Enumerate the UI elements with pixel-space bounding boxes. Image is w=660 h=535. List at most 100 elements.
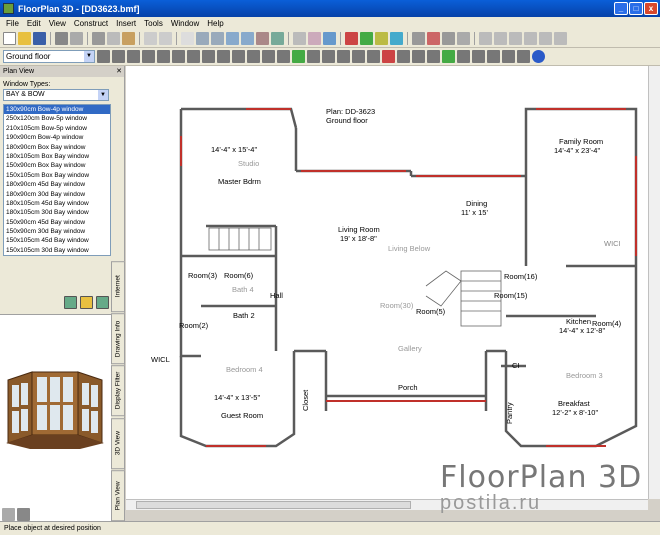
menu-help[interactable]: Help	[203, 19, 227, 28]
edit-window-icon[interactable]	[96, 296, 109, 309]
menu-window[interactable]: Window	[167, 19, 203, 28]
tab-internet[interactable]: Internet	[111, 261, 125, 313]
grid-icon[interactable]	[412, 32, 425, 45]
plumbing-tool-icon[interactable]	[412, 50, 425, 63]
horizontal-scrollbar[interactable]	[126, 499, 648, 510]
roof-icon[interactable]	[494, 32, 507, 45]
print-icon[interactable]	[55, 32, 68, 45]
beam-tool-icon[interactable]	[172, 50, 185, 63]
zoom-out-icon[interactable]	[211, 32, 224, 45]
electric-tool-icon[interactable]	[397, 50, 410, 63]
stair-tool-icon[interactable]	[232, 50, 245, 63]
floor-tool-icon[interactable]	[202, 50, 215, 63]
symbol-tool-icon[interactable]	[487, 50, 500, 63]
menu-view[interactable]: View	[45, 19, 70, 28]
window-list-item[interactable]: 130x90cm Bow-4p window	[4, 105, 110, 115]
floor-selector[interactable]: Ground floor ▼	[3, 50, 95, 63]
library-tool-icon[interactable]	[502, 50, 515, 63]
texture-icon[interactable]	[375, 32, 388, 45]
menu-file[interactable]: File	[2, 19, 23, 28]
ceiling-tool-icon[interactable]	[217, 50, 230, 63]
plant-tool-icon[interactable]	[292, 50, 305, 63]
wall-tool-icon[interactable]	[97, 50, 110, 63]
window-list-item[interactable]: 180x105cm Box Bay window	[4, 152, 110, 161]
print-preview-icon[interactable]	[70, 32, 83, 45]
text-tool-icon[interactable]	[337, 50, 350, 63]
window-list-item[interactable]: 210x105cm Bow-5p window	[4, 124, 110, 133]
window-list-item[interactable]: 180x90cm Box Bay window	[4, 143, 110, 152]
landscape-tool-icon[interactable]	[442, 50, 455, 63]
pool-tool-icon[interactable]	[457, 50, 470, 63]
light-icon[interactable]	[390, 32, 403, 45]
cabinet-tool-icon[interactable]	[262, 50, 275, 63]
menu-insert[interactable]: Insert	[112, 19, 140, 28]
window-list-item[interactable]: 150x90cm Box Bay window	[4, 161, 110, 170]
camera-icon[interactable]	[308, 32, 321, 45]
layers-icon[interactable]	[442, 32, 455, 45]
terrain-icon[interactable]	[539, 32, 552, 45]
paint-icon[interactable]	[345, 32, 358, 45]
help-icon[interactable]	[181, 32, 194, 45]
door-tool-icon[interactable]	[112, 50, 125, 63]
arc-tool-icon[interactable]	[367, 50, 380, 63]
stairs-icon[interactable]	[479, 32, 492, 45]
opening-tool-icon[interactable]	[142, 50, 155, 63]
menu-edit[interactable]: Edit	[23, 19, 45, 28]
window-list-item[interactable]: 250x120cm Bow-5p window	[4, 114, 110, 123]
window-list-item[interactable]: 190x90cm Bow-4p window	[4, 133, 110, 142]
window-list-item[interactable]: 150x90cm 45d Bay window	[4, 218, 110, 227]
tab-3d-view[interactable]: 3D View	[111, 417, 125, 469]
redo-icon[interactable]	[159, 32, 172, 45]
column-tool-icon[interactable]	[157, 50, 170, 63]
window-list-item[interactable]: 150x105cm 45d Bay window	[4, 236, 110, 245]
window-list-item[interactable]: 180x105cm 45d Bay window	[4, 199, 110, 208]
maximize-button[interactable]: □	[629, 2, 643, 15]
close-button[interactable]: x	[644, 2, 658, 15]
render-icon[interactable]	[323, 32, 336, 45]
plan-canvas[interactable]: Plan: DD-3623 Ground floor 14'-4" x 15'-…	[126, 66, 648, 499]
hvac-tool-icon[interactable]	[427, 50, 440, 63]
light-tool-icon[interactable]	[382, 50, 395, 63]
pan-icon[interactable]	[256, 32, 269, 45]
window-list-item[interactable]: 150x105cm Box Bay window	[4, 171, 110, 180]
vertical-scrollbar[interactable]	[648, 66, 660, 499]
window-list-item[interactable]: 150x90cm 30d Bay window	[4, 227, 110, 236]
room-tool-icon[interactable]	[187, 50, 200, 63]
zoom-window-icon[interactable]	[226, 32, 239, 45]
window-type-select[interactable]: BAY & BOW ▼	[3, 89, 109, 101]
path-tool-icon[interactable]	[472, 50, 485, 63]
zoom-fit-icon[interactable]	[241, 32, 254, 45]
material-icon[interactable]	[360, 32, 373, 45]
refresh-icon[interactable]	[271, 32, 284, 45]
window-list[interactable]: 130x90cm Bow-4p window 250x120cm Bow-5p w…	[3, 104, 111, 256]
railing-tool-icon[interactable]	[247, 50, 260, 63]
window-list-item[interactable]: 150x105cm 30d Bay window	[4, 246, 110, 255]
deck-icon[interactable]	[509, 32, 522, 45]
undo-icon[interactable]	[144, 32, 157, 45]
appliance-tool-icon[interactable]	[277, 50, 290, 63]
horizontal-scroll-thumb[interactable]	[136, 501, 411, 509]
dimension-icon[interactable]	[457, 32, 470, 45]
cut-icon[interactable]	[92, 32, 105, 45]
fixture-tool-icon[interactable]	[322, 50, 335, 63]
new-file-icon[interactable]	[3, 32, 16, 45]
measure-icon[interactable]	[554, 32, 567, 45]
paste-icon[interactable]	[122, 32, 135, 45]
window-tool-icon[interactable]	[127, 50, 140, 63]
copy-icon[interactable]	[107, 32, 120, 45]
place-window-icon[interactable]	[64, 296, 77, 309]
layer-icon[interactable]	[2, 508, 15, 521]
globe-icon[interactable]	[532, 50, 545, 63]
tab-plan-view[interactable]: Plan View	[111, 469, 125, 522]
window-list-item[interactable]: 180x90cm 45d Bay window	[4, 180, 110, 189]
fence-icon[interactable]	[524, 32, 537, 45]
snap-icon[interactable]	[427, 32, 440, 45]
minimize-button[interactable]: _	[614, 2, 628, 15]
zoom-in-icon[interactable]	[196, 32, 209, 45]
menu-tools[interactable]: Tools	[140, 19, 167, 28]
furniture-tool-icon[interactable]	[307, 50, 320, 63]
line-tool-icon[interactable]	[352, 50, 365, 63]
panel-close-icon[interactable]: ✕	[116, 66, 122, 77]
settings-tool-icon[interactable]	[517, 50, 530, 63]
menu-construct[interactable]: Construct	[70, 19, 112, 28]
